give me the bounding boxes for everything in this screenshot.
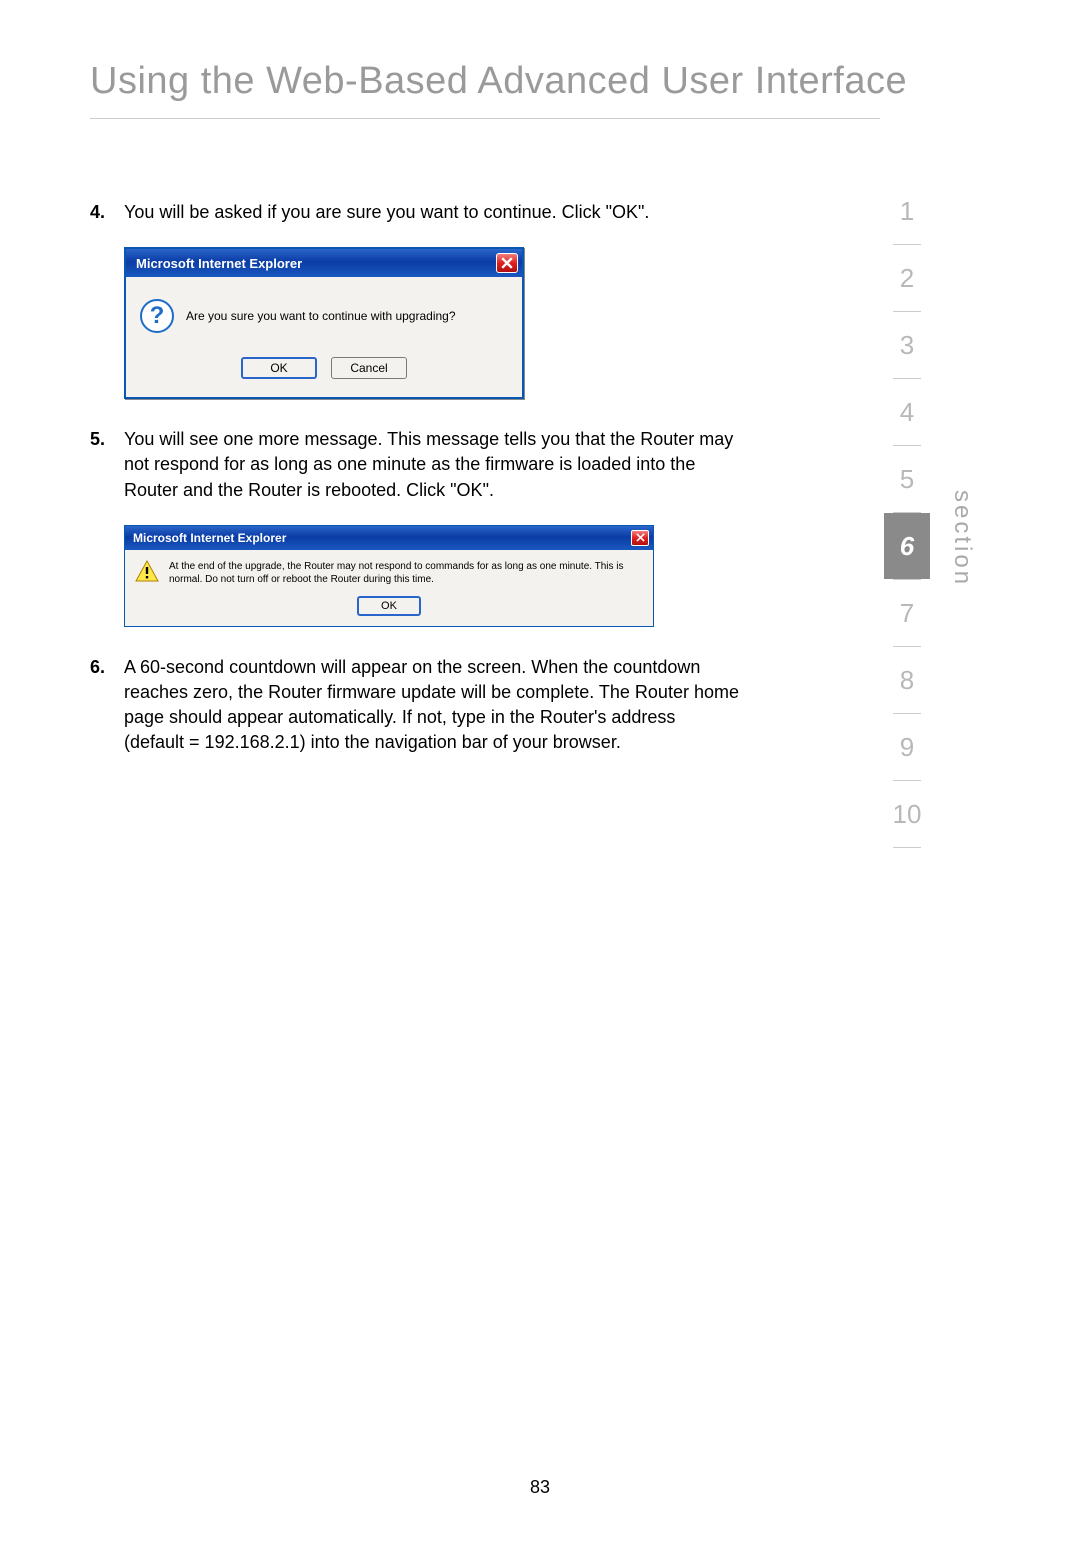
dialog-buttons: OK xyxy=(125,592,653,626)
content-area: 4. You will be asked if you are sure you… xyxy=(90,200,740,778)
step-number: 4. xyxy=(90,200,114,225)
step-text: You will be asked if you are sure you wa… xyxy=(124,200,740,225)
dialog-message: At the end of the upgrade, the Router ma… xyxy=(169,560,643,586)
sidebar-item-6[interactable]: 6 xyxy=(884,513,930,579)
info-dialog: Microsoft Internet Explorer At the end o… xyxy=(124,525,654,627)
step-number: 6. xyxy=(90,655,114,756)
dialog-message: Are you sure you want to continue with u… xyxy=(186,309,456,323)
warning-icon xyxy=(135,560,159,582)
sidebar-item-4[interactable]: 4 xyxy=(884,379,930,445)
ok-button[interactable]: OK xyxy=(241,357,317,379)
dialog-title: Microsoft Internet Explorer xyxy=(133,531,286,545)
title-underline xyxy=(90,118,880,119)
sidebar-item-9[interactable]: 9 xyxy=(884,714,930,780)
confirm-dialog: Microsoft Internet Explorer ? Are you su… xyxy=(124,247,524,399)
close-icon[interactable] xyxy=(496,253,518,273)
close-icon[interactable] xyxy=(631,530,649,546)
step-6: 6. A 60-second countdown will appear on … xyxy=(90,655,740,756)
step-number: 5. xyxy=(90,427,114,503)
dialog-buttons: OK Cancel xyxy=(126,347,522,397)
question-icon: ? xyxy=(140,299,174,333)
section-sidebar: 1 2 3 4 5 6 7 8 9 10 xyxy=(884,178,930,848)
page-title: Using the Web-Based Advanced User Interf… xyxy=(90,60,907,103)
sidebar-item-10[interactable]: 10 xyxy=(884,781,930,847)
sidebar-item-1[interactable]: 1 xyxy=(884,178,930,244)
step-5: 5. You will see one more message. This m… xyxy=(90,427,740,503)
dialog-2-wrap: Microsoft Internet Explorer At the end o… xyxy=(124,525,740,627)
step-4: 4. You will be asked if you are sure you… xyxy=(90,200,740,225)
dialog-body: ? Are you sure you want to continue with… xyxy=(126,277,522,347)
page-number: 83 xyxy=(530,1477,550,1498)
cancel-button[interactable]: Cancel xyxy=(331,357,407,379)
sidebar-item-7[interactable]: 7 xyxy=(884,580,930,646)
step-text: You will see one more message. This mess… xyxy=(124,427,740,503)
sidebar-item-2[interactable]: 2 xyxy=(884,245,930,311)
divider xyxy=(893,847,921,848)
dialog-titlebar: Microsoft Internet Explorer xyxy=(126,249,522,277)
sidebar-item-5[interactable]: 5 xyxy=(884,446,930,512)
sidebar-item-3[interactable]: 3 xyxy=(884,312,930,378)
step-text: A 60-second countdown will appear on the… xyxy=(124,655,740,756)
dialog-1-wrap: Microsoft Internet Explorer ? Are you su… xyxy=(124,247,740,399)
section-label: section xyxy=(948,490,976,587)
ok-button[interactable]: OK xyxy=(357,596,421,616)
dialog-title: Microsoft Internet Explorer xyxy=(136,256,302,271)
dialog-body: At the end of the upgrade, the Router ma… xyxy=(125,550,653,592)
dialog-titlebar: Microsoft Internet Explorer xyxy=(125,526,653,550)
sidebar-item-8[interactable]: 8 xyxy=(884,647,930,713)
